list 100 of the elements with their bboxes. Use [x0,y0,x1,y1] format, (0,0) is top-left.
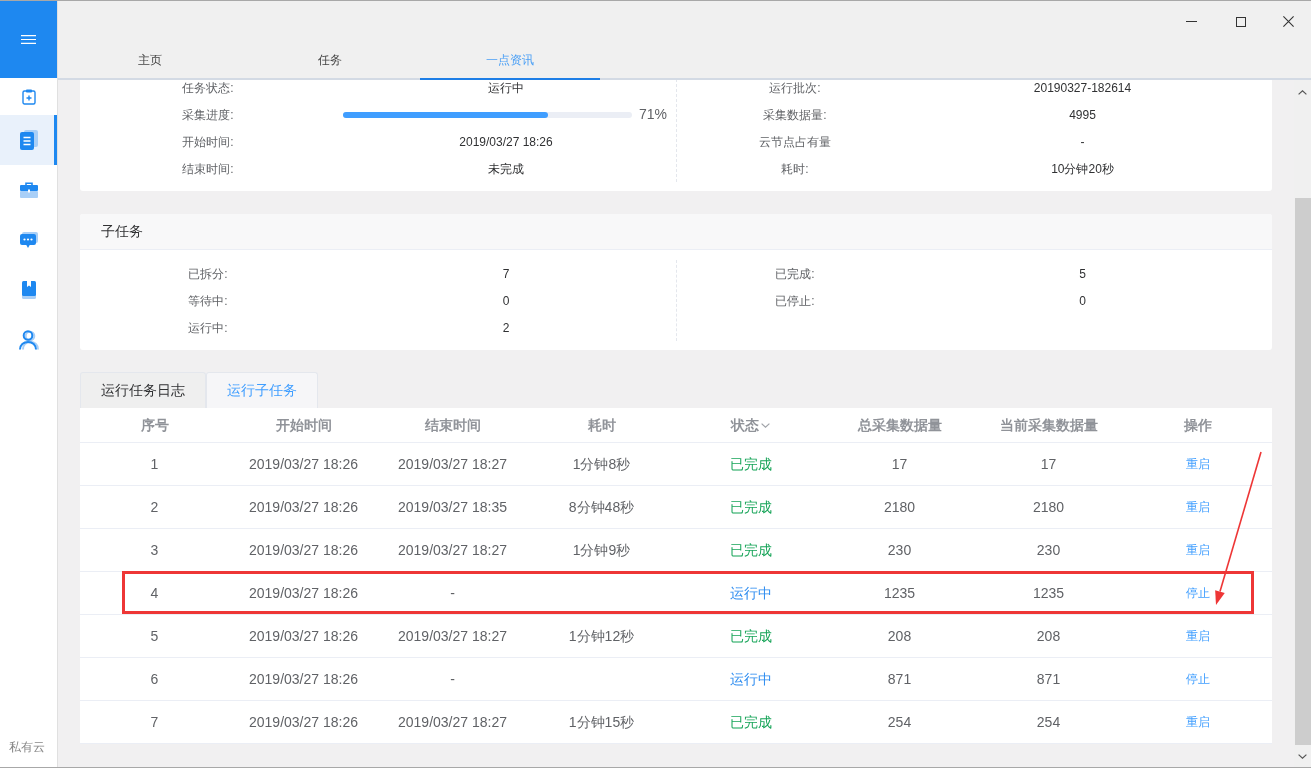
info-label: 云节点占有量 [759,133,831,151]
row-action-link[interactable]: 重启 [1185,713,1210,731]
info-label: 采集数据量: [763,106,827,124]
table-cell-text: 17 [891,454,908,474]
log-tab[interactable]: 运行任务日志 [80,372,206,408]
table-cell-text: 208 [887,626,912,646]
table-cell-text: 2019/03/27 18:27 [398,454,507,474]
info-value: - [1080,133,1085,151]
info-value: 2 [502,319,510,337]
row-number: 3 [150,540,159,560]
chevron-down-icon [1298,753,1307,759]
info-value: 5 [1079,265,1086,283]
table-cell-text: 208 [1036,626,1061,646]
table-cell-text: 230 [887,540,912,560]
maximize-icon [1236,16,1246,27]
close-icon [1282,16,1294,27]
table-cell-text: 2180 [883,497,916,517]
clipboard-plus-icon [21,88,36,105]
table-cell-text: 2019/03/27 18:26 [249,583,358,603]
info-label: 运行中: [188,319,228,337]
table-cell-text: - [450,669,455,689]
column-header: 当前采集数据量 [999,415,1098,435]
table-cell-text: 1分钟8秒 [572,454,631,474]
info-label: 结束时间: [182,160,234,178]
table-cell-text: 2019/03/27 18:27 [398,626,507,646]
column-header: 耗时 [587,415,616,435]
sidebar-item[interactable] [0,115,57,165]
row-action-link[interactable]: 停止 [1185,584,1210,602]
table-cell-text: 254 [887,712,912,732]
table-cell-text: 17 [1040,454,1057,474]
table-cell-text: 1235 [1032,583,1065,603]
log-tab[interactable]: 运行子任务 [206,372,318,408]
user-icon [18,330,39,350]
sidebar-footer-label: 私有云 [9,740,45,754]
status-label: 运行中 [729,669,772,689]
status-label: 已完成 [729,712,772,732]
table-cell-text: 1分钟9秒 [572,540,631,560]
row-number: 5 [150,626,159,646]
info-label: 已停止: [775,292,815,310]
scrollbar-thumb[interactable] [1295,198,1311,745]
book-icon [21,281,36,299]
document-icon [19,130,38,150]
chevron-down-icon[interactable] [761,422,770,428]
table-cell-text: 2019/03/27 18:26 [249,540,358,560]
chevron-up-icon [1298,89,1307,95]
info-value: 未完成 [488,160,524,178]
table-cell-text: 2019/03/27 18:26 [249,497,358,517]
row-action-link[interactable]: 重启 [1185,498,1210,516]
table-cell-text: 8分钟48秒 [568,497,635,517]
info-value: 0 [1079,292,1086,310]
column-header: 开始时间 [275,415,332,435]
column-header: 状态 [731,415,759,435]
info-value: 7 [502,265,510,283]
table-cell-text: 2180 [1032,497,1065,517]
status-label: 已完成 [729,454,772,474]
row-action-link[interactable]: 停止 [1185,670,1210,688]
info-label: 耗时: [781,160,809,178]
table-cell-text: 871 [887,669,912,689]
column-header: 序号 [140,415,169,435]
info-value: 0 [502,292,510,310]
nav-tab[interactable]: 任务 [240,42,420,80]
status-label: 运行中 [729,583,772,603]
table-cell-text: 2019/03/27 18:26 [249,454,358,474]
table-cell-text: 871 [1036,669,1061,689]
progress-percent: 71% [638,105,667,124]
info-label: 任务状态: [182,80,234,97]
menu-icon [21,35,36,44]
column-header: 操作 [1183,415,1212,435]
table-cell-text: 2019/03/27 18:27 [398,712,507,732]
info-label: 采集进度: [182,106,234,124]
table-cell-text: 2019/03/27 18:26 [249,669,358,689]
info-label: 已拆分: [188,265,228,283]
nav-tab[interactable]: 主页 [60,42,240,80]
table-cell-text: 230 [1036,540,1061,560]
row-number: 6 [150,669,159,689]
column-header: 总采集数据量 [857,415,942,435]
info-value: 2019/03/27 18:26 [459,133,553,151]
chat-icon [19,232,38,248]
table-cell-text: 1分钟12秒 [568,626,635,646]
info-label: 开始时间: [182,133,234,151]
row-number: 1 [150,454,159,474]
info-label: 运行批次: [769,80,821,97]
briefcase-icon [19,182,38,198]
minimize-icon [1185,21,1197,22]
status-label: 已完成 [729,626,772,646]
card-title: 子任务 [101,222,143,241]
table-cell-text: 2019/03/27 18:35 [398,497,507,517]
table-cell-text: 2019/03/27 18:26 [249,626,358,646]
row-number: 7 [150,712,159,732]
row-number: 4 [150,583,159,603]
status-label: 已完成 [729,540,772,560]
status-label: 已完成 [729,497,772,517]
info-label: 已完成: [775,265,815,283]
info-label: 等待中: [188,292,228,310]
table-cell-text: 2019/03/27 18:27 [398,540,507,560]
table-cell-text: 2019/03/27 18:26 [249,712,358,732]
row-action-link[interactable]: 重启 [1185,455,1210,473]
row-action-link[interactable]: 重启 [1185,627,1210,645]
table-cell-text: 1235 [883,583,916,603]
row-action-link[interactable]: 重启 [1185,541,1210,559]
